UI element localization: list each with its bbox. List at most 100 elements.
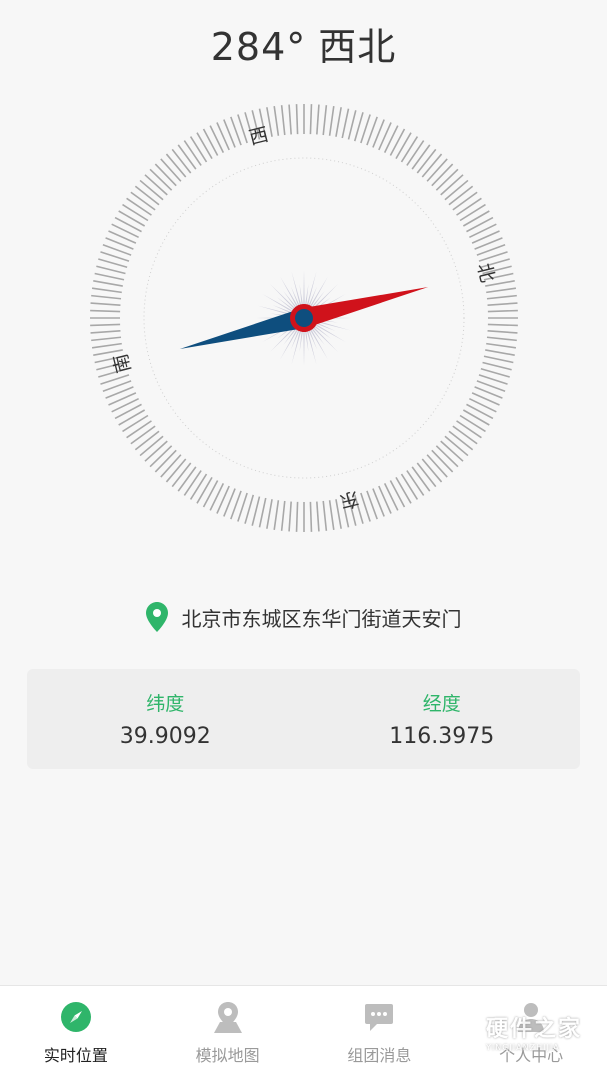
compass-tick	[165, 458, 187, 483]
compass-tick	[353, 112, 364, 142]
compass-tick	[480, 367, 510, 378]
compass-tick	[322, 105, 328, 136]
compass-tick	[165, 153, 187, 178]
watermark: 硬件之家 YINGJIANZHIJIA	[436, 1005, 601, 1057]
compass-tick	[202, 480, 219, 508]
compass-tick	[295, 104, 299, 135]
heading-degree: 284°	[210, 25, 307, 69]
compass-tick	[426, 454, 448, 478]
compass-tick	[122, 203, 149, 222]
longitude-block: 经度 116.3975	[304, 669, 581, 769]
compass-tick	[149, 445, 173, 468]
compass-tick	[177, 466, 197, 492]
compass-tick	[126, 420, 152, 439]
compass-tick	[341, 108, 350, 139]
needle-south	[179, 308, 307, 349]
compass-tick	[171, 148, 192, 174]
compass-tick	[416, 462, 437, 488]
needle-north	[301, 287, 429, 328]
compass-tick	[160, 158, 182, 182]
compass-tick	[280, 500, 286, 531]
compass-tick	[459, 414, 486, 433]
compass-tick	[114, 403, 142, 420]
compass-tick	[90, 330, 121, 334]
compass-tick	[462, 409, 490, 426]
compass-tick	[431, 163, 454, 187]
compass-tick	[209, 483, 225, 511]
compass-tick	[93, 280, 123, 287]
compass-tick	[486, 342, 517, 349]
compass-tick	[328, 105, 335, 136]
compass-tick	[114, 216, 142, 233]
compass-tick	[395, 132, 412, 160]
burst-ray	[303, 329, 305, 366]
compass-tick	[400, 473, 419, 500]
compass-tick	[431, 449, 454, 473]
compass-tick	[383, 483, 399, 511]
tab-realtime-location[interactable]: 实时位置	[0, 986, 152, 1081]
compass-tick	[90, 309, 121, 313]
compass-tick	[96, 265, 126, 275]
compass-tick	[171, 462, 192, 488]
compass-tick	[466, 403, 494, 420]
heading-direction: 西北	[318, 25, 397, 69]
coordinates-card: 纬度 39.9092 经度 116.3975	[27, 669, 580, 769]
compass-tick	[280, 105, 286, 136]
compass-tick	[130, 191, 156, 211]
compass-tick	[444, 435, 469, 457]
compass-tick	[466, 216, 494, 233]
compass-tick	[91, 294, 122, 300]
compass-tick	[209, 125, 225, 153]
compass-tick	[118, 409, 146, 426]
compass-tick	[456, 197, 482, 216]
compass-tick	[469, 397, 497, 413]
compass-tick	[111, 223, 139, 239]
compass-tick	[389, 128, 406, 156]
compass-tick	[189, 473, 208, 500]
compass-tick	[444, 179, 469, 201]
compass-tick	[126, 197, 152, 216]
compass-tick	[411, 466, 431, 492]
compass-tick	[273, 500, 280, 531]
compass-tick	[435, 168, 459, 191]
watermark-logo-icon	[437, 1008, 479, 1054]
compass-tick	[154, 449, 177, 473]
compass-dial: 北 东 南 西	[90, 104, 518, 532]
compass-tick	[130, 425, 156, 445]
compass-tick	[196, 132, 213, 160]
watermark-text: 硬件之家	[486, 1016, 583, 1042]
compass-tick	[111, 397, 139, 413]
compass-tick	[448, 185, 474, 206]
compass-tick	[196, 476, 213, 504]
compass-tick	[177, 144, 197, 170]
compass-tick	[144, 440, 168, 462]
compass-tick	[189, 136, 208, 163]
compass-tick	[273, 105, 280, 136]
compass-tick	[456, 420, 482, 439]
compass-tick	[426, 158, 448, 182]
tab-group-messages[interactable]: 组团消息	[304, 986, 456, 1081]
latitude-value: 39.9092	[119, 724, 211, 749]
compass-tick	[383, 125, 399, 153]
compass-tick	[347, 110, 357, 140]
compass-label-north: 北	[472, 261, 498, 285]
compass-tick	[149, 168, 173, 191]
compass-tick	[462, 210, 490, 227]
compass-tick	[400, 136, 419, 163]
tab-simulated-map[interactable]: 模拟地图	[152, 986, 304, 1081]
compass-label-south: 南	[110, 351, 136, 375]
compass-tick	[469, 223, 497, 239]
compass-tick	[309, 104, 313, 135]
compass-tick	[94, 272, 125, 281]
compass-tick	[160, 454, 182, 478]
compass-tick	[421, 458, 443, 483]
compass-tick	[389, 480, 406, 508]
compass-tick	[486, 294, 517, 300]
latitude-label: 纬度	[146, 693, 185, 715]
compass-tick	[90, 302, 121, 306]
compass-tick	[183, 470, 202, 496]
compass-tick	[91, 342, 122, 349]
map-pin-icon	[145, 602, 168, 632]
compass-tick	[485, 280, 515, 287]
compass-tick	[487, 323, 518, 327]
